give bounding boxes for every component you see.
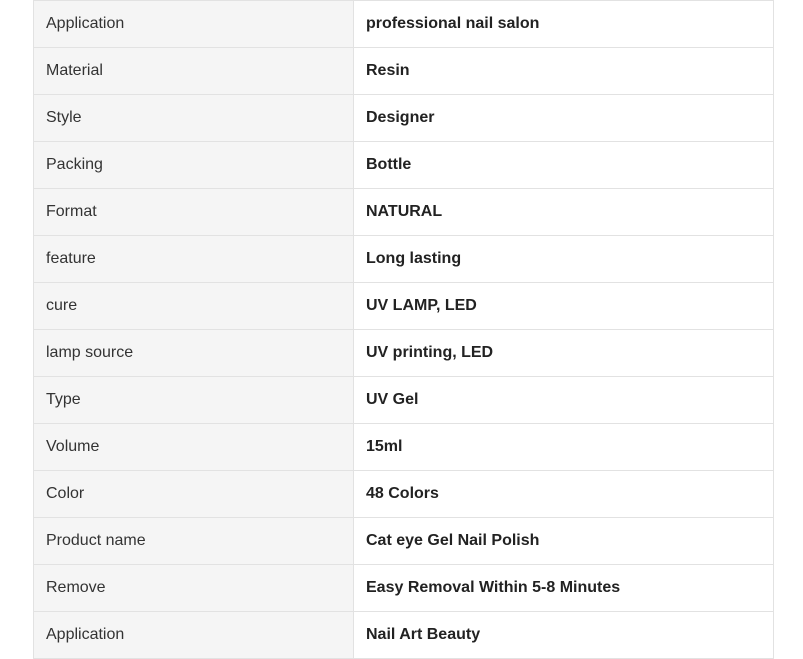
table-row: Type UV Gel bbox=[33, 376, 774, 424]
spec-key: Color bbox=[33, 470, 354, 518]
spec-key: lamp source bbox=[33, 329, 354, 377]
spec-key: Product name bbox=[33, 517, 354, 565]
table-row: Application professional nail salon bbox=[33, 0, 774, 48]
spec-value: Resin bbox=[353, 47, 774, 95]
table-row: cure UV LAMP, LED bbox=[33, 282, 774, 330]
table-row: Format NATURAL bbox=[33, 188, 774, 236]
spec-key: Type bbox=[33, 376, 354, 424]
spec-key: Application bbox=[33, 0, 354, 48]
spec-key: Style bbox=[33, 94, 354, 142]
spec-key: Application bbox=[33, 611, 354, 659]
spec-key: cure bbox=[33, 282, 354, 330]
spec-value: UV Gel bbox=[353, 376, 774, 424]
spec-key: Remove bbox=[33, 564, 354, 612]
spec-key: Volume bbox=[33, 423, 354, 471]
spec-key: feature bbox=[33, 235, 354, 283]
table-row: Style Designer bbox=[33, 94, 774, 142]
table-row: Packing Bottle bbox=[33, 141, 774, 189]
table-row: Color 48 Colors bbox=[33, 470, 774, 518]
spec-value: UV LAMP, LED bbox=[353, 282, 774, 330]
table-row: Product name Cat eye Gel Nail Polish bbox=[33, 517, 774, 565]
table-row: Application Nail Art Beauty bbox=[33, 611, 774, 659]
spec-value: NATURAL bbox=[353, 188, 774, 236]
table-row: Remove Easy Removal Within 5-8 Minutes bbox=[33, 564, 774, 612]
spec-value: UV printing, LED bbox=[353, 329, 774, 377]
spec-value: 48 Colors bbox=[353, 470, 774, 518]
table-row: lamp source UV printing, LED bbox=[33, 329, 774, 377]
spec-value: professional nail salon bbox=[353, 0, 774, 48]
table-row: Volume 15ml bbox=[33, 423, 774, 471]
spec-key: Material bbox=[33, 47, 354, 95]
spec-value: Bottle bbox=[353, 141, 774, 189]
spec-value: Designer bbox=[353, 94, 774, 142]
spec-key: Packing bbox=[33, 141, 354, 189]
table-row: feature Long lasting bbox=[33, 235, 774, 283]
product-spec-table: Application professional nail salon Mate… bbox=[33, 0, 774, 659]
spec-key: Format bbox=[33, 188, 354, 236]
spec-value: Cat eye Gel Nail Polish bbox=[353, 517, 774, 565]
spec-value: Easy Removal Within 5-8 Minutes bbox=[353, 564, 774, 612]
spec-value: 15ml bbox=[353, 423, 774, 471]
spec-value: Long lasting bbox=[353, 235, 774, 283]
spec-value: Nail Art Beauty bbox=[353, 611, 774, 659]
table-row: Material Resin bbox=[33, 47, 774, 95]
